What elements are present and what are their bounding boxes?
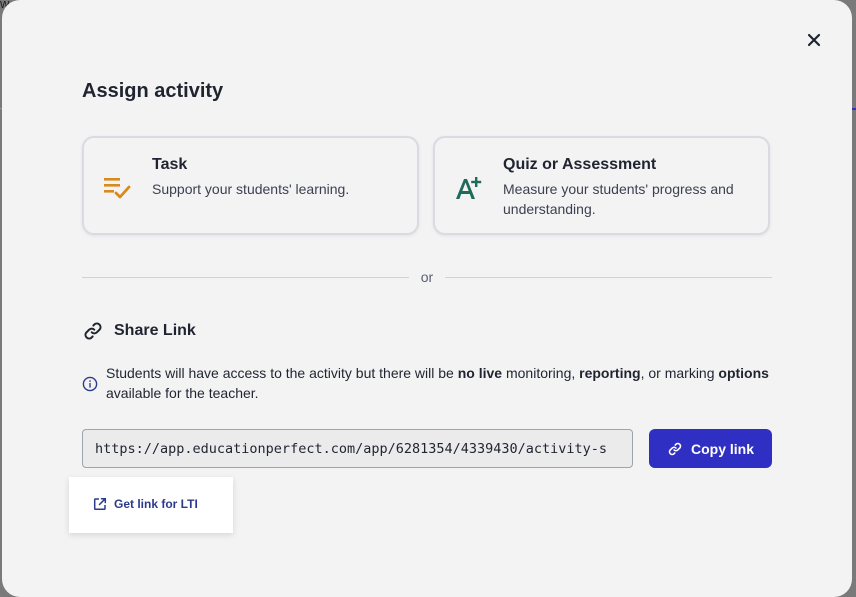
info-text-emphasis-reporting: reporting: [579, 365, 641, 381]
task-card[interactable]: Task Support your students' learning.: [82, 136, 419, 235]
get-link-for-lti-item[interactable]: Get link for LTI: [93, 497, 198, 511]
share-url-input[interactable]: [82, 429, 633, 468]
assign-activity-dialog: Assign activity Task Support your studen…: [2, 0, 852, 597]
lti-dropdown-menu: Get link for LTI: [69, 477, 233, 533]
divider-or-text: or: [420, 269, 434, 285]
info-text-emphasis-no-live: no live: [457, 365, 503, 381]
quiz-assessment-card[interactable]: Quiz or Assessment Measure your students…: [433, 136, 770, 235]
task-card-description: Support your students' learning.: [152, 181, 350, 197]
link-icon: [84, 322, 102, 340]
info-text-part: monitoring,: [502, 365, 580, 381]
info-text-part: available for the teacher.: [106, 385, 259, 401]
copy-link-button[interactable]: Copy link: [649, 429, 772, 468]
info-text-part: , or marking: [640, 365, 719, 381]
font-plus-icon: [456, 177, 482, 199]
divider-left: [82, 277, 409, 278]
divider-right: [445, 277, 772, 278]
task-card-title: Task: [152, 156, 188, 173]
share-link-heading: Share Link: [82, 320, 196, 342]
close-icon: [807, 33, 821, 47]
info-text-emphasis-options: options: [718, 365, 769, 381]
dialog-title: Assign activity: [82, 80, 224, 102]
share-link-info-text: Students will have access to the activit…: [106, 363, 782, 403]
close-button[interactable]: [802, 28, 826, 52]
quiz-card-description: Measure your students' progress and unde…: [503, 181, 734, 217]
quiz-card-title: Quiz or Assessment: [503, 156, 657, 173]
copy-link-label: Copy link: [690, 440, 754, 457]
share-link-label: Share Link: [114, 322, 196, 339]
link-icon: [668, 442, 682, 455]
background-tab-indicator: [852, 108, 856, 110]
checklist-icon: [104, 178, 131, 199]
info-icon: [82, 376, 98, 392]
get-link-for-lti-label: Get link for LTI: [114, 497, 198, 511]
info-text-part: Students will have access to the activit…: [106, 365, 458, 381]
external-link-icon: [93, 497, 107, 511]
